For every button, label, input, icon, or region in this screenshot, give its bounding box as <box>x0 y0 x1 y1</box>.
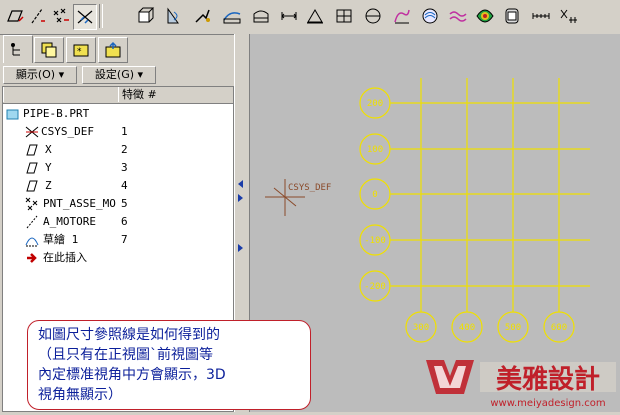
model-tree-tab[interactable] <box>3 35 33 63</box>
shell-icon[interactable] <box>333 4 355 28</box>
dropdown-arrow-icon: ▾ <box>58 68 65 81</box>
chamfer-icon[interactable] <box>250 4 272 28</box>
dimension-label: 600 <box>551 323 567 333</box>
csys-icon <box>25 126 39 138</box>
navigator-tabs: * <box>0 35 248 63</box>
tree-item-datum-z[interactable]: Z 4 <box>3 177 233 195</box>
dimension-label: 500 <box>505 323 521 333</box>
tree-header-feature[interactable]: 特徵 # <box>118 87 237 102</box>
datum-axis-icon <box>26 215 38 229</box>
sketch-icon <box>25 237 39 247</box>
dimension-label: 100 <box>367 145 383 155</box>
round-icon[interactable] <box>221 4 243 28</box>
folder-icon <box>105 41 121 58</box>
dimension-icon[interactable] <box>530 4 552 28</box>
watermark-url: www.meiyadesign.com <box>490 398 605 409</box>
datum-plane-icon <box>26 144 38 156</box>
collapse-left-icon[interactable] <box>238 180 243 188</box>
favorites-icon: * <box>73 44 89 57</box>
dimension-label: 400 <box>459 323 475 333</box>
annotation-callout: 如圖尺寸參照線是如何得到的 （且只有在正視圖`前視圖等 內定標准視角中方會顯示，… <box>27 320 311 410</box>
dimension-label: 0 <box>372 190 377 200</box>
folder-tab[interactable] <box>98 37 128 63</box>
dimension-label: -200 <box>364 282 386 292</box>
expand-right-icon[interactable] <box>238 194 243 202</box>
extrude-icon[interactable] <box>134 4 156 28</box>
datum-plane-icon <box>26 162 38 174</box>
tree-item-datum-axis[interactable]: A_MOTORE 6 <box>3 213 233 231</box>
dimension-label: 200 <box>367 99 383 109</box>
show-menu-button[interactable]: 顯示(O) ▾ <box>3 66 77 84</box>
settings-menu-button[interactable]: 設定(G) ▾ <box>82 66 156 84</box>
insert-arrow-icon <box>27 253 37 263</box>
tree-item-datum-x[interactable]: X 2 <box>3 141 233 159</box>
render-icon[interactable] <box>501 4 523 28</box>
csys-icon[interactable] <box>73 4 97 30</box>
layer-icon <box>41 42 57 58</box>
feature-toolbar <box>0 0 620 35</box>
datum-point-icon <box>25 197 38 211</box>
watermark-logo: 美雅設計 www.meiyadesign.com <box>420 354 620 412</box>
dimension-label: -100 <box>364 236 386 246</box>
rib-icon[interactable] <box>304 4 326 28</box>
sweep-icon[interactable] <box>192 4 214 28</box>
dimension-label: 300 <box>413 323 429 333</box>
pattern-icon[interactable] <box>391 4 413 28</box>
layer-tab[interactable] <box>34 37 64 63</box>
csys-label: CSYS_DEF <box>288 183 331 193</box>
analysis-icon[interactable] <box>474 4 496 28</box>
datum-axis-icon[interactable] <box>27 4 49 28</box>
draft-icon[interactable] <box>278 4 300 28</box>
tree-header: 特徵 # <box>3 87 237 104</box>
dropdown-arrow-icon: ▾ <box>137 68 144 81</box>
watermark-brand: 美雅設計 <box>496 364 600 395</box>
datum-point-icon[interactable] <box>50 4 72 28</box>
tree-item-datum-points[interactable]: PNT_ASSE_MO 5 <box>3 195 233 213</box>
tree-menu-bar: 顯示(O) ▾ 設定(G) ▾ <box>0 64 234 86</box>
tree-item-sketch[interactable]: 草繪 1 7 <box>3 231 233 249</box>
part-icon <box>6 109 19 120</box>
hole-icon[interactable] <box>362 4 384 28</box>
svg-text:*: * <box>77 47 82 57</box>
favorites-tab[interactable]: * <box>66 37 96 63</box>
surface-icon[interactable] <box>447 4 469 28</box>
tree-item-insert-here[interactable]: 在此插入 <box>3 249 233 267</box>
revolve-icon[interactable] <box>163 4 185 28</box>
mirror-icon[interactable] <box>419 4 441 28</box>
tree-item-csys[interactable]: CSYS_DEF 1 <box>3 123 233 141</box>
dimension-pattern-icon[interactable] <box>558 4 580 28</box>
datum-plane-icon[interactable] <box>4 4 26 28</box>
tree-item-datum-y[interactable]: Y 3 <box>3 159 233 177</box>
expand-right-icon[interactable] <box>238 244 243 252</box>
model-tree-icon <box>11 42 20 55</box>
tree-header-name[interactable] <box>3 87 119 102</box>
datum-plane-icon <box>26 180 38 192</box>
tree-item-part[interactable]: PIPE-B.PRT <box>3 105 233 123</box>
